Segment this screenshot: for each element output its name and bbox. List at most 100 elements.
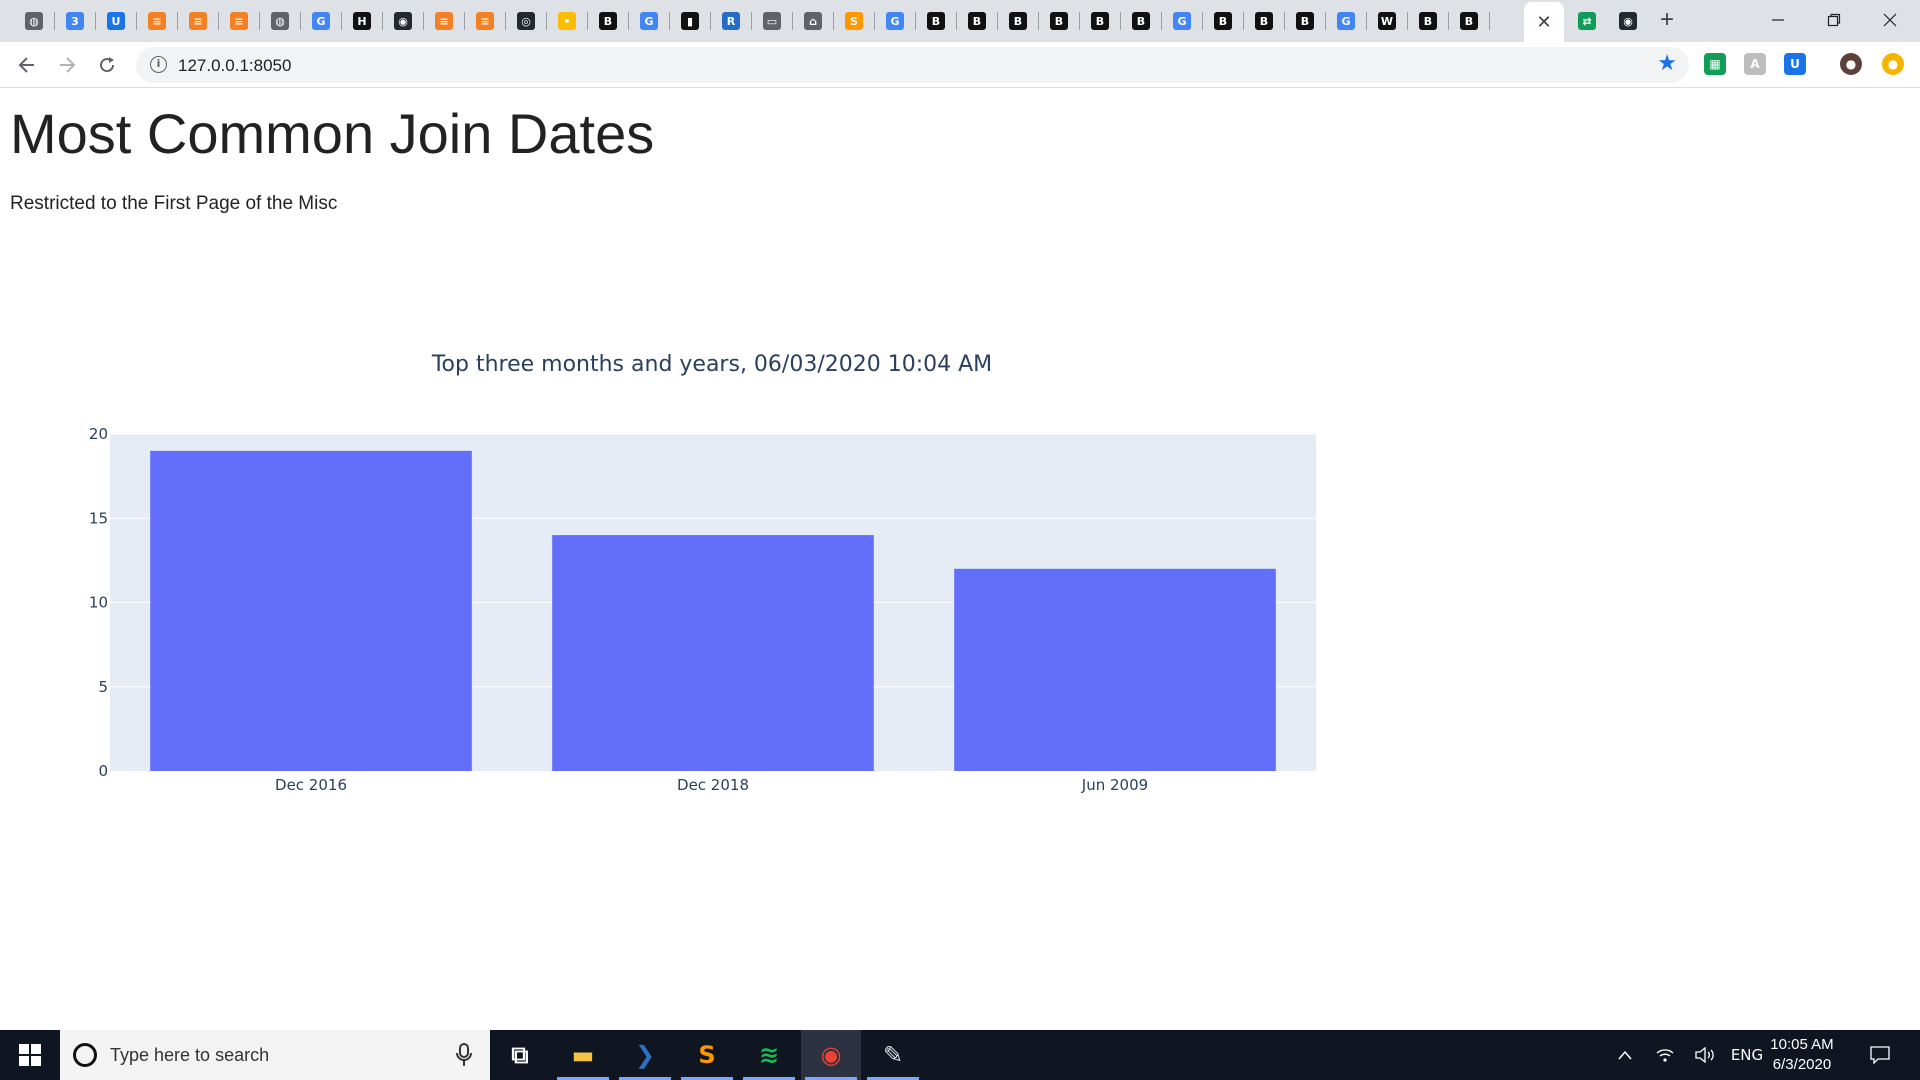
browser-tab[interactable]: B xyxy=(916,6,956,36)
address-bar[interactable]: i 127.0.0.1:8050 ★ xyxy=(136,47,1689,83)
b-icon: B xyxy=(1296,12,1314,30)
b-icon: B xyxy=(927,12,945,30)
browser-tab[interactable]: B xyxy=(1203,6,1243,36)
b-icon: B xyxy=(1132,12,1150,30)
browser-tab[interactable]: ⇄ xyxy=(1567,6,1607,36)
minimize-button[interactable] xyxy=(1750,0,1806,40)
action-center-button[interactable] xyxy=(1860,1030,1900,1080)
browser-tab[interactable]: B xyxy=(1244,6,1284,36)
browser-tab[interactable]: ⌂ xyxy=(793,6,833,36)
browser-tab[interactable]: ◎ xyxy=(506,6,546,36)
task-view-taskbar-button[interactable]: ⧉ xyxy=(490,1030,550,1080)
file-explorer-taskbar-button[interactable]: ▬ xyxy=(553,1030,613,1080)
network-button[interactable] xyxy=(1648,1030,1682,1080)
browser-tab[interactable]: ▭ xyxy=(752,6,792,36)
browser-tab[interactable]: B xyxy=(998,6,1038,36)
avatar-icon[interactable]: ● xyxy=(1840,53,1862,75)
browser-tab[interactable]: ◍ xyxy=(260,6,300,36)
file-explorer-icon: ▬ xyxy=(571,1041,595,1069)
browser-tab[interactable]: G xyxy=(629,6,669,36)
close-window-icon xyxy=(1883,13,1897,27)
browser-tab[interactable]: ≡ xyxy=(137,6,177,36)
browser-tab[interactable]: G xyxy=(1162,6,1202,36)
powershell-taskbar-button[interactable]: ❯ xyxy=(615,1030,675,1080)
paint-taskbar-button[interactable]: ✎ xyxy=(863,1030,923,1080)
browser-tab-strip: ◍ 3 U ≡ ≡ ≡ ◍ G H ◉ ≡ ≡ ◎ • B G ▮ R ▭ ⌂ S G B B B B B B G B B B G W B B ✕ ⇄… xyxy=(0,0,1920,42)
new-tab-button[interactable]: + xyxy=(1654,8,1680,34)
bookmark-star-icon[interactable]: ★ xyxy=(1657,51,1677,76)
browser-tab[interactable]: R xyxy=(711,6,751,36)
notification-icon xyxy=(1870,1046,1890,1064)
wikipedia-icon: W xyxy=(1378,12,1396,30)
sublime-text-icon: S xyxy=(698,1041,716,1069)
site-info-icon[interactable]: i xyxy=(150,56,167,73)
browser-tab[interactable]: • xyxy=(547,6,587,36)
reload-button[interactable] xyxy=(92,50,122,80)
bar[interactable] xyxy=(150,450,472,771)
paint-icon: ✎ xyxy=(882,1041,904,1069)
browser-tab[interactable]: H xyxy=(342,6,382,36)
browser-tab[interactable]: B xyxy=(1449,6,1489,36)
browser-tab[interactable]: ≡ xyxy=(178,6,218,36)
browser-tab[interactable]: G xyxy=(875,6,915,36)
taskbar-search-box[interactable]: Type here to search xyxy=(60,1030,490,1080)
browser-tab[interactable]: U xyxy=(96,6,136,36)
close-icon[interactable]: ✕ xyxy=(1536,12,1551,33)
browser-tab[interactable]: W xyxy=(1367,6,1407,36)
spotify-taskbar-button[interactable]: ≋ xyxy=(739,1030,799,1080)
chrome-taskbar-button[interactable]: ◉ xyxy=(801,1030,861,1080)
puzzle-ext-icon[interactable]: A xyxy=(1744,53,1766,75)
browser-tab[interactable]: G xyxy=(301,6,341,36)
browser-tab[interactable]: ◉ xyxy=(383,6,423,36)
clock[interactable]: 10:05 AM 6/3/2020 xyxy=(1762,1035,1842,1075)
shield-u-icon: U xyxy=(107,12,125,30)
browser-tab[interactable]: B xyxy=(588,6,628,36)
bar[interactable] xyxy=(552,535,874,771)
browser-tab[interactable]: B xyxy=(1039,6,1079,36)
y-tick-label: 5 xyxy=(98,678,108,696)
globe-icon: ◍ xyxy=(271,12,289,30)
film-icon: ▭ xyxy=(763,12,781,30)
browser-tab[interactable]: ◉ xyxy=(1608,6,1648,36)
browser-tab[interactable]: B xyxy=(957,6,997,36)
y-tick-label: 15 xyxy=(89,509,108,527)
active-tab[interactable]: ✕ xyxy=(1524,2,1564,42)
browser-tab[interactable]: B xyxy=(1285,6,1325,36)
bank-icon: ⌂ xyxy=(804,12,822,30)
reload-icon xyxy=(100,57,115,73)
sheets-ext-icon[interactable]: ▦ xyxy=(1704,53,1726,75)
back-arrow-icon xyxy=(18,57,34,73)
volume-button[interactable] xyxy=(1688,1030,1722,1080)
browser-tab[interactable]: ◍ xyxy=(14,6,54,36)
browser-tab[interactable]: 3 xyxy=(55,6,95,36)
globe-icon: ◍ xyxy=(25,12,43,30)
show-hidden-icons-button[interactable] xyxy=(1608,1030,1642,1080)
b-icon: B xyxy=(599,12,617,30)
browser-tab[interactable]: B xyxy=(1080,6,1120,36)
forward-button[interactable] xyxy=(52,50,82,80)
close-window-button[interactable] xyxy=(1862,0,1918,40)
restore-button[interactable] xyxy=(1806,0,1862,40)
bar[interactable] xyxy=(954,568,1276,771)
browser-tab[interactable]: B xyxy=(1121,6,1161,36)
browser-tab[interactable]: G xyxy=(1326,6,1366,36)
microphone-icon[interactable] xyxy=(456,1043,472,1067)
stackoverflow-icon: ≡ xyxy=(476,12,494,30)
notification-ext-icon[interactable]: ● xyxy=(1882,53,1904,75)
browser-tab[interactable]: ≡ xyxy=(219,6,259,36)
google-icon: G xyxy=(1337,12,1355,30)
browser-tab[interactable]: ≡ xyxy=(465,6,505,36)
browser-tab[interactable]: ≡ xyxy=(424,6,464,36)
bar-chart: Top three months and years, 06/03/2020 1… xyxy=(89,352,1316,794)
browser-tab[interactable]: ▮ xyxy=(670,6,710,36)
file-icon: ▮ xyxy=(681,12,699,30)
start-button[interactable] xyxy=(0,1030,60,1080)
calendar-icon: 3 xyxy=(66,12,84,30)
sublime-text-taskbar-button[interactable]: S xyxy=(677,1030,737,1080)
browser-tab[interactable]: S xyxy=(834,6,874,36)
shield-u-ext-icon[interactable]: U xyxy=(1784,53,1806,75)
r-icon: R xyxy=(722,12,740,30)
browser-tab[interactable]: B xyxy=(1408,6,1448,36)
url-text[interactable]: 127.0.0.1:8050 xyxy=(178,56,291,76)
back-button[interactable] xyxy=(12,50,42,80)
